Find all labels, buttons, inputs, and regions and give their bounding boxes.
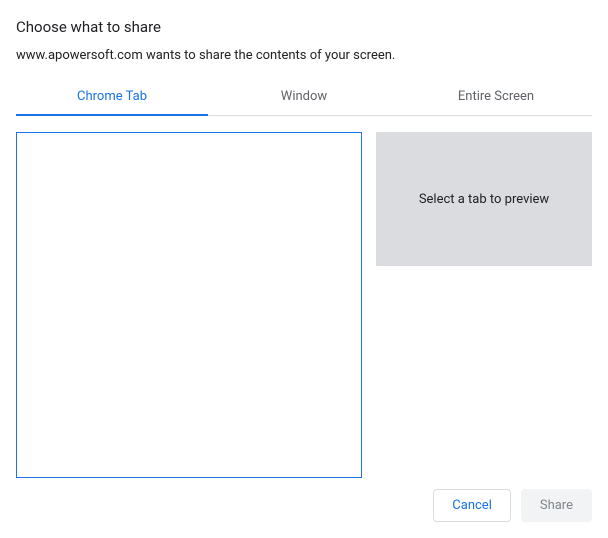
- tab-window[interactable]: Window: [208, 79, 400, 115]
- tab-list-panel[interactable]: [16, 132, 362, 478]
- share-button[interactable]: Share: [521, 489, 592, 522]
- tab-entire-screen[interactable]: Entire Screen: [400, 79, 592, 115]
- share-content: Select a tab to preview: [16, 132, 592, 473]
- share-tabs: Chrome Tab Window Entire Screen: [16, 79, 592, 116]
- dialog-subtitle: www.apowersoft.com wants to share the co…: [16, 48, 592, 63]
- preview-panel: Select a tab to preview: [376, 132, 592, 266]
- share-dialog: Choose what to share www.apowersoft.com …: [0, 0, 608, 538]
- cancel-button[interactable]: Cancel: [433, 489, 511, 522]
- preview-placeholder: Select a tab to preview: [419, 192, 549, 207]
- tab-chrome-tab[interactable]: Chrome Tab: [16, 79, 208, 115]
- dialog-title: Choose what to share: [16, 18, 592, 36]
- dialog-footer: Cancel Share: [16, 489, 592, 522]
